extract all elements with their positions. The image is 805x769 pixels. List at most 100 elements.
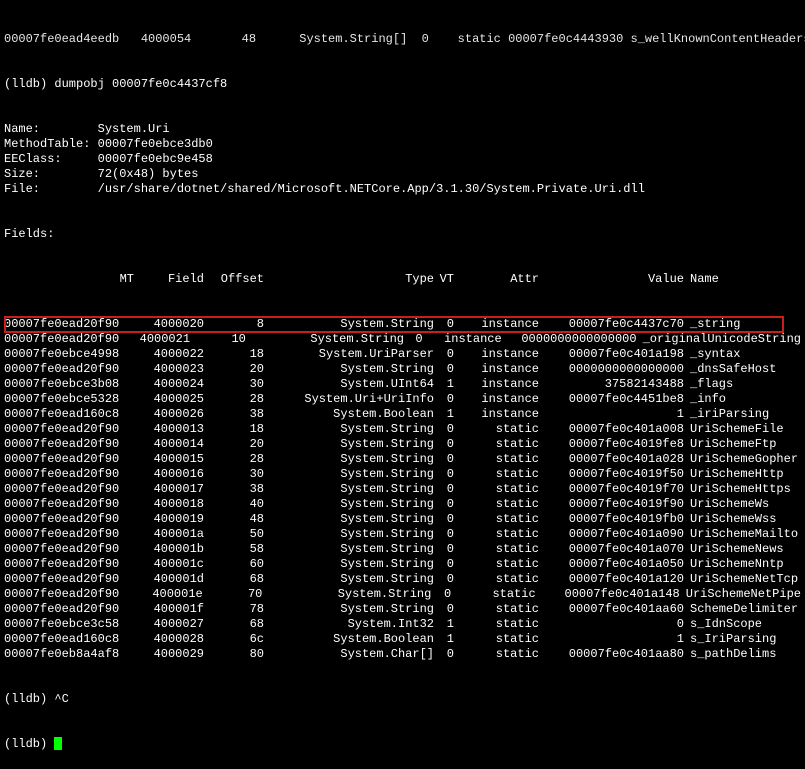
cell-name: UriSchemeGopher — [684, 452, 798, 467]
cell-type: System.UriParser — [264, 347, 434, 362]
cell-name: _flags — [684, 377, 733, 392]
cell-attr: static — [454, 557, 539, 572]
cell-type: System.String — [264, 452, 434, 467]
cell-attr: static — [454, 632, 539, 647]
cell-value: 00007fe0c401aa80 — [539, 647, 684, 662]
col-vt: VT — [434, 272, 454, 287]
cell-attr: static — [454, 497, 539, 512]
table-row: 00007fe0ead160c8400002638System.Boolean1… — [4, 407, 801, 422]
cell-field: 4000015 — [134, 452, 204, 467]
cell-offset: 8 — [204, 317, 264, 332]
cell-offset: 78 — [204, 602, 264, 617]
cell-value: 00007fe0c401a198 — [539, 347, 684, 362]
terminal: 00007fe0ead4eedb 4000054 48 System.Strin… — [0, 0, 805, 769]
table-row: 00007fe0ead20f90400001528System.String0s… — [4, 452, 801, 467]
prompt-line[interactable]: (lldb) — [4, 737, 801, 752]
cell-offset: 38 — [204, 407, 264, 422]
table-row: 00007fe0ead20f90400001b58System.String0s… — [4, 542, 801, 557]
table-row: 00007fe0ead20f90400001d68System.String0s… — [4, 572, 801, 587]
cell-type: System.Boolean — [264, 407, 434, 422]
cell-attr: instance — [454, 407, 539, 422]
cell-value: 37582143488 — [539, 377, 684, 392]
cell-field: 4000017 — [134, 482, 204, 497]
table-row: 00007fe0ead20f90400001e70System.String0s… — [4, 587, 801, 602]
cell-attr: instance — [454, 317, 539, 332]
col-type: Type — [264, 272, 434, 287]
cell-value: 00007fe0c401a090 — [539, 527, 684, 542]
cell-attr: instance — [454, 392, 539, 407]
cell-field: 4000014 — [134, 437, 204, 452]
cell-field: 4000021 — [125, 332, 190, 347]
cell-field: 400001a — [134, 527, 204, 542]
object-header: Name: System.UriMethodTable: 00007fe0ebc… — [4, 122, 801, 197]
cell-value: 00007fe0c4019fe8 — [539, 437, 684, 452]
cell-offset: 28 — [204, 452, 264, 467]
cell-field: 400001c — [134, 557, 204, 572]
cell-field: 4000029 — [134, 647, 204, 662]
column-header-row: MT Field Offset Type VT Attr Value Name — [4, 272, 801, 287]
cell-field: 4000020 — [134, 317, 204, 332]
cell-type: System.String — [264, 422, 434, 437]
cell-offset: 38 — [204, 482, 264, 497]
cell-vt: 0 — [434, 527, 454, 542]
cell-field: 4000016 — [134, 467, 204, 482]
cell-name: s_IriParsing — [684, 632, 776, 647]
cell-field: 4000019 — [134, 512, 204, 527]
cell-value: 00007fe0c401aa60 — [539, 602, 684, 617]
cell-value: 00007fe0c4437c70 — [539, 317, 684, 332]
cell-mt: 00007fe0ead20f90 — [4, 497, 134, 512]
cell-vt: 0 — [434, 557, 454, 572]
cell-mt: 00007fe0ead20f90 — [4, 557, 134, 572]
cell-offset: 50 — [204, 527, 264, 542]
cell-offset: 30 — [204, 467, 264, 482]
col-offset: Offset — [204, 272, 264, 287]
cell-mt: 00007fe0ead160c8 — [4, 407, 134, 422]
cell-mt: 00007fe0ead20f90 — [4, 467, 134, 482]
cell-field: 400001e — [133, 587, 203, 602]
cell-mt: 00007fe0ead20f90 — [4, 452, 134, 467]
cell-attr: instance — [454, 347, 539, 362]
cell-vt: 0 — [434, 422, 454, 437]
cell-name: UriSchemeWss — [684, 512, 776, 527]
table-row: 00007fe0ead20f90400001840System.String0s… — [4, 497, 801, 512]
cell-vt: 0 — [434, 467, 454, 482]
cell-field: 400001b — [134, 542, 204, 557]
cell-attr: static — [454, 467, 539, 482]
cell-vt: 0 — [434, 362, 454, 377]
cell-mt: 00007fe0ead20f90 — [4, 512, 134, 527]
cell-mt: 00007fe0ead20f90 — [4, 572, 134, 587]
table-row: 00007fe0ead20f90400001420System.String0s… — [4, 437, 801, 452]
cell-field: 4000027 — [134, 617, 204, 632]
cell-offset: 30 — [204, 377, 264, 392]
cell-vt: 0 — [434, 572, 454, 587]
cell-name: UriSchemeNntp — [684, 557, 784, 572]
cell-mt: 00007fe0ead20f90 — [4, 437, 134, 452]
cell-attr: static — [454, 437, 539, 452]
cell-value: 00007fe0c401a070 — [539, 542, 684, 557]
cell-vt: 0 — [434, 497, 454, 512]
cell-field: 4000024 — [134, 377, 204, 392]
cell-name: SchemeDelimiter — [684, 602, 798, 617]
table-row: 00007fe0ead20f90400001f78System.String0s… — [4, 602, 801, 617]
col-value: Value — [539, 272, 684, 287]
cell-name: _syntax — [684, 347, 740, 362]
col-field: Field — [134, 272, 204, 287]
cell-name: s_pathDelims — [684, 647, 776, 662]
table-row: 00007fe0ead160c840000286cSystem.Boolean1… — [4, 632, 801, 647]
cell-attr: static — [454, 572, 539, 587]
cell-type: System.String — [264, 362, 434, 377]
cell-name: UriSchemeWs — [684, 497, 769, 512]
cell-value: 00007fe0c4019fb0 — [539, 512, 684, 527]
cell-mt: 00007fe0ead20f90 — [4, 527, 134, 542]
cell-name: UriSchemeFtp — [684, 437, 776, 452]
cell-value: 00007fe0c401a120 — [539, 572, 684, 587]
cell-mt: 00007fe0ead20f90 — [4, 332, 125, 347]
table-row: 00007fe0ead20f90400002320System.String0i… — [4, 362, 801, 377]
table-row: 00007fe0ead20f90400002110System.String0i… — [4, 332, 801, 347]
cell-vt: 0 — [434, 542, 454, 557]
col-attr: Attr — [454, 272, 539, 287]
cell-value: 0000000000000000 — [539, 362, 684, 377]
cell-type: System.Uri+UriInfo — [264, 392, 434, 407]
cell-name: _string — [684, 317, 740, 332]
cell-attr: static — [454, 512, 539, 527]
